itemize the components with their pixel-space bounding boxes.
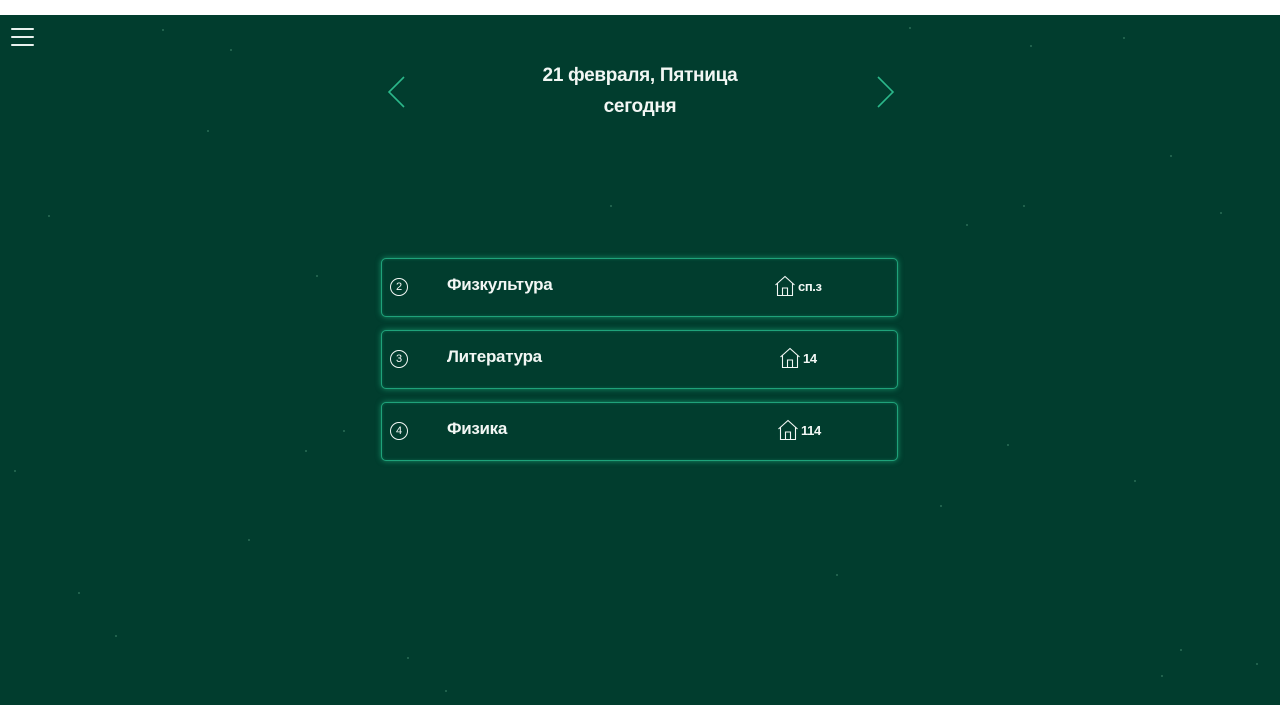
lesson-card[interactable]: 2 Физкультура сп.з	[381, 258, 898, 317]
room-number: 14	[803, 350, 817, 366]
lesson-number-badge: 4	[390, 422, 408, 440]
schedule-screen: 21 февраля, Пятница сегодня 2 Физкультур…	[0, 15, 1280, 705]
lesson-card[interactable]: 4 Физика 114	[381, 402, 898, 461]
menu-button[interactable]	[10, 27, 36, 49]
previous-day-button[interactable]	[384, 73, 414, 113]
lesson-subject: Литература	[447, 347, 542, 366]
lesson-room: 114	[777, 419, 821, 441]
lesson-number-badge: 3	[390, 350, 408, 368]
lesson-number-badge: 2	[390, 278, 408, 296]
date-header: 21 февраля, Пятница сегодня	[440, 60, 840, 122]
chevron-right-icon	[877, 76, 895, 108]
house-icon	[780, 347, 800, 369]
lesson-room: 14	[779, 347, 817, 369]
lesson-room: сп.з	[774, 275, 822, 297]
room-number: сп.з	[798, 278, 822, 294]
lesson-list: 2 Физкультура сп.з 3 Литература 14 4 Физ…	[381, 258, 900, 474]
lesson-card[interactable]: 3 Литература 14	[381, 330, 898, 389]
lesson-subject: Физкультура	[447, 275, 553, 294]
house-icon	[775, 275, 795, 297]
house-icon	[778, 419, 798, 441]
bottom-strip	[0, 705, 1280, 720]
date-title: 21 февраля, Пятница	[542, 65, 738, 86]
relative-day-label: сегодня	[603, 96, 677, 117]
next-day-button[interactable]	[870, 73, 900, 113]
lesson-subject: Физика	[447, 419, 508, 438]
room-number: 114	[801, 422, 821, 438]
chevron-left-icon	[387, 76, 405, 108]
